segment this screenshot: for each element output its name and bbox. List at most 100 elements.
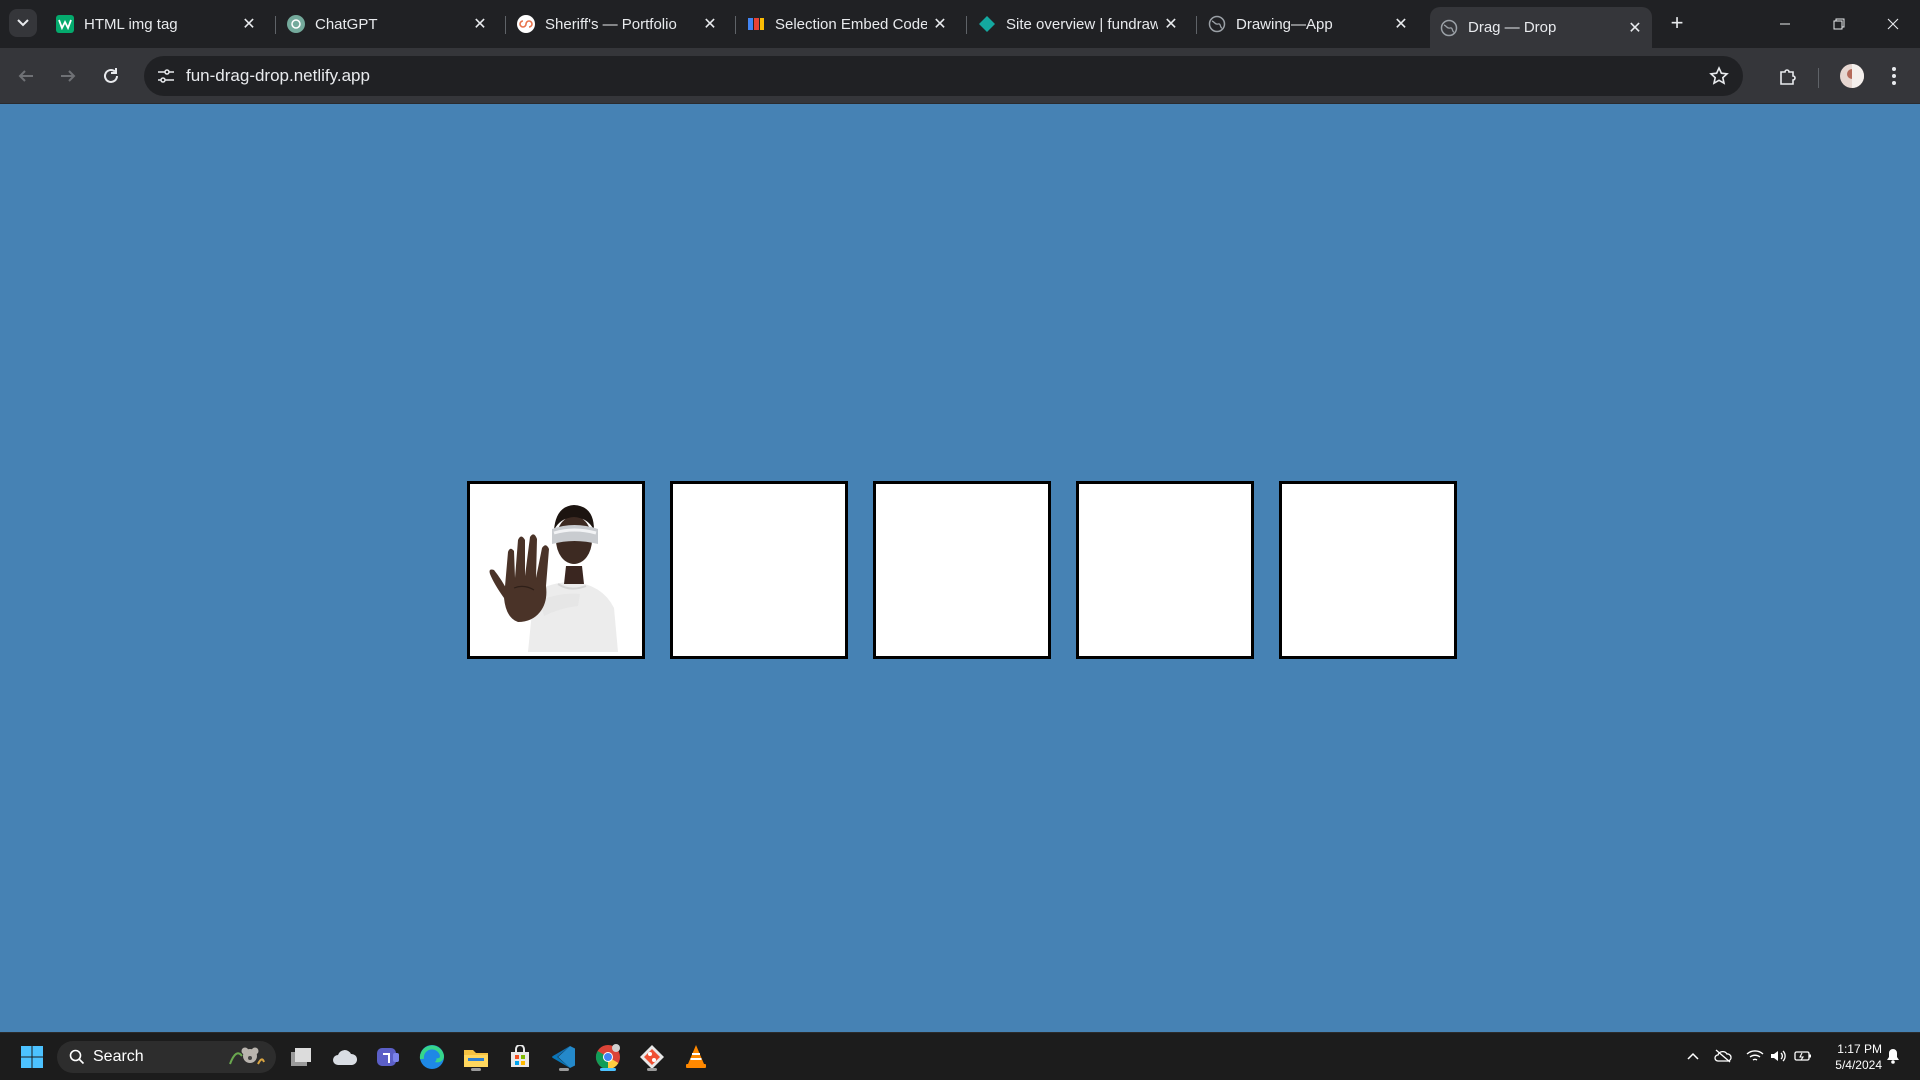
tab-title: Selection Embed Code <box>775 15 927 33</box>
minimize-button[interactable] <box>1758 0 1812 48</box>
tab-title: Drawing—App <box>1236 15 1333 33</box>
tab-html-img-tag[interactable]: HTML img tag ✕ <box>46 8 266 40</box>
clock[interactable]: 1:17 PM 5/4/2024 <box>1814 1041 1882 1073</box>
show-hidden-icons-button[interactable] <box>1682 1045 1704 1067</box>
battery-status[interactable] <box>1792 1045 1814 1067</box>
search-icon <box>69 1049 85 1065</box>
drop-zone-5[interactable] <box>1279 481 1457 659</box>
tune-icon <box>158 69 174 83</box>
tab-selection-embed-code[interactable]: Selection Embed Code ✕ <box>737 8 957 40</box>
git-icon <box>640 1045 664 1069</box>
chevron-up-icon <box>1687 1052 1699 1060</box>
minimize-icon <box>1780 23 1790 25</box>
url-text[interactable]: fun-drag-drop.netlify.app <box>186 56 370 96</box>
chevron-down-icon <box>17 19 29 27</box>
bookmark-button[interactable] <box>1703 60 1735 92</box>
bell-icon <box>1887 1049 1899 1064</box>
puzzle-icon <box>1780 69 1796 85</box>
tab-sheriffs-portfolio[interactable]: Sheriff's — Portfolio ✕ <box>507 8 727 40</box>
start-button[interactable] <box>16 1041 48 1073</box>
person-photo-image <box>474 488 638 652</box>
edge-icon <box>419 1045 445 1069</box>
star-icon <box>1709 66 1729 85</box>
new-tab-button[interactable]: + <box>1663 9 1691 37</box>
draggable-photo[interactable] <box>474 488 638 652</box>
search-label: Search <box>93 1048 144 1065</box>
portfolio-icon <box>517 15 535 33</box>
volume-status[interactable] <box>1768 1045 1790 1067</box>
clock-date: 5/4/2024 <box>1835 1058 1882 1072</box>
volume-icon <box>1771 1050 1786 1062</box>
taskbar-git[interactable] <box>636 1041 668 1073</box>
avatar-icon <box>1840 64 1864 88</box>
site-info-button[interactable] <box>150 60 182 92</box>
tab-site-overview[interactable]: Site overview | fundraw ✕ <box>968 8 1188 40</box>
menu-button[interactable] <box>1878 60 1910 92</box>
network-status[interactable] <box>1744 1045 1766 1067</box>
battery-icon <box>1794 1051 1811 1061</box>
close-window-button[interactable] <box>1866 0 1920 48</box>
taskbar-vscode[interactable] <box>548 1041 580 1073</box>
restore-button[interactable] <box>1812 0 1866 48</box>
drop-zone-4[interactable] <box>1076 481 1254 659</box>
profile-button[interactable] <box>1836 60 1868 92</box>
netlify-icon <box>978 15 996 33</box>
chatgpt-icon <box>287 15 305 33</box>
running-indicator <box>600 1068 616 1071</box>
tab-strip: HTML img tag ✕ ChatGPT ✕ Sheriff's — Por… <box>0 0 1920 48</box>
taskbar-search[interactable]: Search <box>57 1041 276 1073</box>
tab-drag-drop[interactable]: Drag — Drop ✕ <box>1430 7 1652 48</box>
taskbar: Search 1:17 PM 5/4/2024 <box>0 1032 1920 1080</box>
taskbar-file-explorer[interactable] <box>460 1041 492 1073</box>
browser-toolbar: fun-drag-drop.netlify.app <box>0 48 1920 104</box>
taskbar-widgets[interactable] <box>329 1041 361 1073</box>
close-icon[interactable]: ✕ <box>236 11 262 37</box>
onedrive-status[interactable] <box>1712 1045 1734 1067</box>
extensions-button[interactable] <box>1771 60 1803 92</box>
drop-zone-2[interactable] <box>670 481 848 659</box>
clock-time: 1:17 PM <box>1837 1042 1882 1056</box>
tab-title: Site overview | fundraw <box>1006 15 1158 33</box>
close-icon[interactable]: ✕ <box>1158 11 1184 37</box>
tab-title: Drag — Drop <box>1468 19 1557 36</box>
address-bar[interactable]: fun-drag-drop.netlify.app <box>144 56 1743 96</box>
close-icon[interactable]: ✕ <box>467 11 493 37</box>
drop-zone-3[interactable] <box>873 481 1051 659</box>
notifications-button[interactable] <box>1882 1045 1904 1067</box>
taskbar-chrome[interactable] <box>592 1041 624 1073</box>
running-indicator <box>559 1068 569 1071</box>
close-icon[interactable]: ✕ <box>927 11 953 37</box>
tab-drawing-app[interactable]: Drawing—App ✕ <box>1198 8 1418 40</box>
widgets-icon <box>333 1050 358 1065</box>
reload-icon <box>104 68 118 83</box>
taskbar-teams[interactable] <box>372 1041 404 1073</box>
taskbar-edge[interactable] <box>416 1041 448 1073</box>
tab-divider <box>1196 16 1197 34</box>
reload-button[interactable] <box>95 60 127 92</box>
tab-chatgpt[interactable]: ChatGPT ✕ <box>277 8 497 40</box>
close-icon[interactable]: ✕ <box>1388 11 1414 37</box>
w3schools-icon <box>56 15 74 33</box>
drop-zones <box>467 481 1457 659</box>
search-highlight-icon <box>229 1047 265 1065</box>
tab-search-button[interactable] <box>9 9 37 37</box>
tab-title: HTML img tag <box>84 15 178 33</box>
taskbar-task-view[interactable] <box>285 1041 317 1073</box>
forward-button[interactable] <box>52 60 84 92</box>
store-icon <box>511 1045 529 1067</box>
tab-divider <box>735 16 736 34</box>
task-view-icon <box>291 1048 311 1066</box>
drop-zone-1[interactable] <box>467 481 645 659</box>
back-button[interactable] <box>10 60 42 92</box>
taskbar-store[interactable] <box>504 1041 536 1073</box>
tab-title: Sheriff's — Portfolio <box>545 15 677 33</box>
restore-icon <box>1833 18 1845 30</box>
page-content <box>0 104 1920 1032</box>
toolbar-divider <box>1818 68 1819 88</box>
tab-title: ChatGPT <box>315 15 378 33</box>
embed-icon <box>747 15 765 33</box>
tab-divider <box>966 16 967 34</box>
close-icon[interactable]: ✕ <box>697 11 723 37</box>
close-icon[interactable]: ✕ <box>1622 15 1648 41</box>
taskbar-vlc[interactable] <box>680 1041 712 1073</box>
